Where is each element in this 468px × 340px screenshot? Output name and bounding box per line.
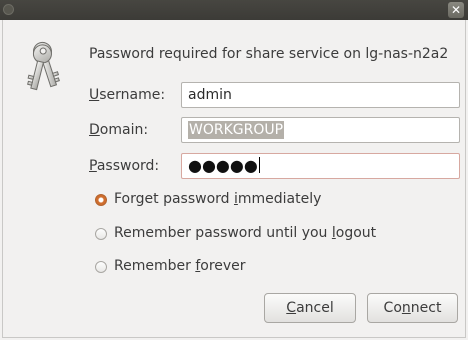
window-menu-icon[interactable] <box>3 4 14 15</box>
domain-label-mnemonic: D <box>89 122 100 138</box>
radio-selected-icon[interactable] <box>95 194 107 206</box>
text-caret <box>258 157 260 173</box>
radio-unselected-icon[interactable] <box>95 228 107 240</box>
domain-label-text: omain: <box>99 122 149 138</box>
radio-forever-label: Remember forever <box>114 258 246 274</box>
title-bar: ✕ <box>0 0 468 20</box>
password-masked-value: ●●●●● <box>188 156 258 175</box>
radio-logout-label: Remember password until you logout <box>114 225 377 241</box>
domain-label: Domain: <box>89 122 148 138</box>
dialog-body: Password required for share service on l… <box>2 20 466 338</box>
keys-icon <box>27 41 60 91</box>
username-label: Username: <box>89 87 165 103</box>
close-icon[interactable]: ✕ <box>448 2 464 18</box>
username-field[interactable]: admin <box>181 82 460 108</box>
password-label: Password: <box>89 158 159 174</box>
domain-value: WORKGROUP <box>188 121 285 139</box>
username-label-text: sername: <box>99 87 166 103</box>
domain-field[interactable]: WORKGROUP <box>181 117 460 143</box>
radio-unselected-icon[interactable] <box>95 261 107 273</box>
cancel-button[interactable]: Cancel <box>264 293 356 323</box>
password-label-mnemonic: P <box>89 158 97 174</box>
password-field[interactable]: ●●●●● <box>181 153 460 179</box>
username-value: admin <box>188 87 232 103</box>
connect-button[interactable]: Connect <box>367 293 458 323</box>
username-label-mnemonic: U <box>89 87 100 103</box>
password-label-text: assword: <box>96 158 160 174</box>
dialog-message: Password required for share service on l… <box>89 46 449 62</box>
radio-forget-label: Forget password immediately <box>114 191 322 207</box>
